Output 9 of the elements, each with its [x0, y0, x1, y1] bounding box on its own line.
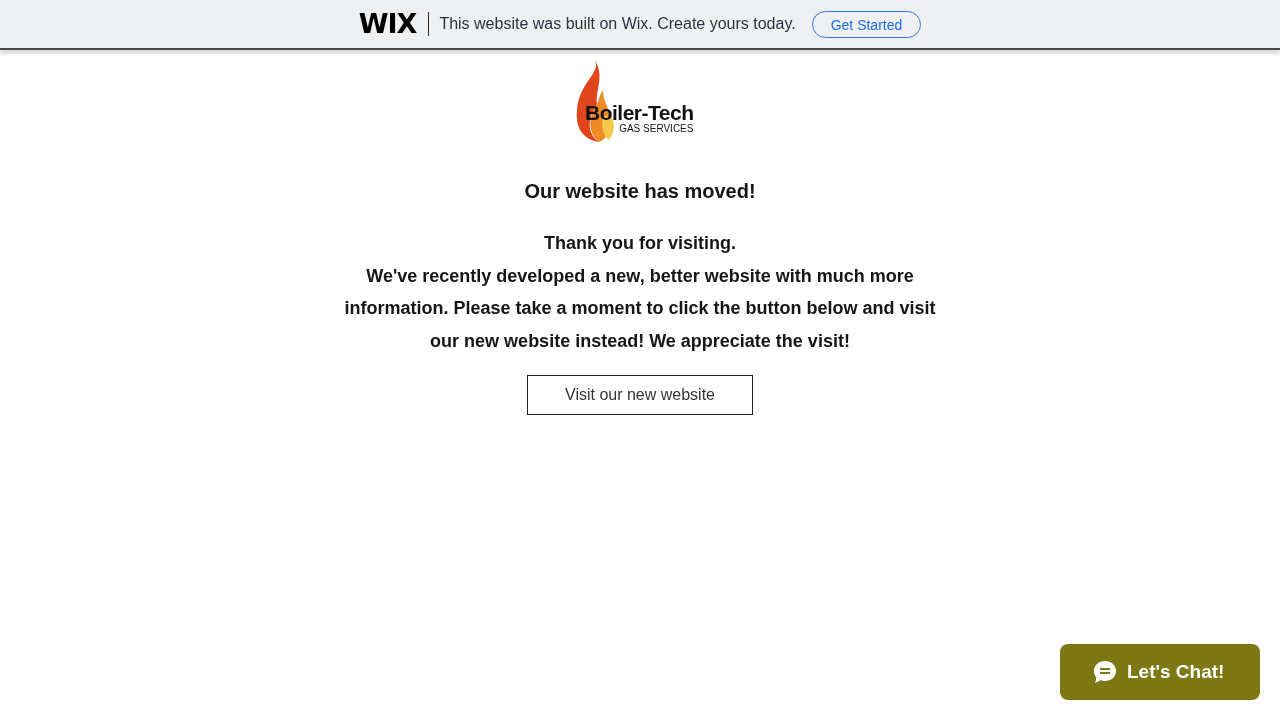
logo-tagline: GAS SERVICES [619, 123, 694, 134]
notice-paragraph: Thank you for visiting. [543, 232, 737, 255]
notice-paragraph: We've recently developed a new, better website with much more information. Please take a moment to click the button below and visit our new website instead! We appreciate the visit! [343, 264, 937, 353]
page-heading: Our website has moved! [524, 180, 756, 203]
visit-website-button[interactable]: Visit our new website [527, 375, 753, 415]
chat-bubble-icon [1093, 660, 1117, 684]
chat-button[interactable]: Let's Chat! [1060, 644, 1260, 700]
wix-logo: WIX [358, 12, 430, 36]
banner-message: This website was built on Wix. Create yours today. [439, 15, 796, 33]
